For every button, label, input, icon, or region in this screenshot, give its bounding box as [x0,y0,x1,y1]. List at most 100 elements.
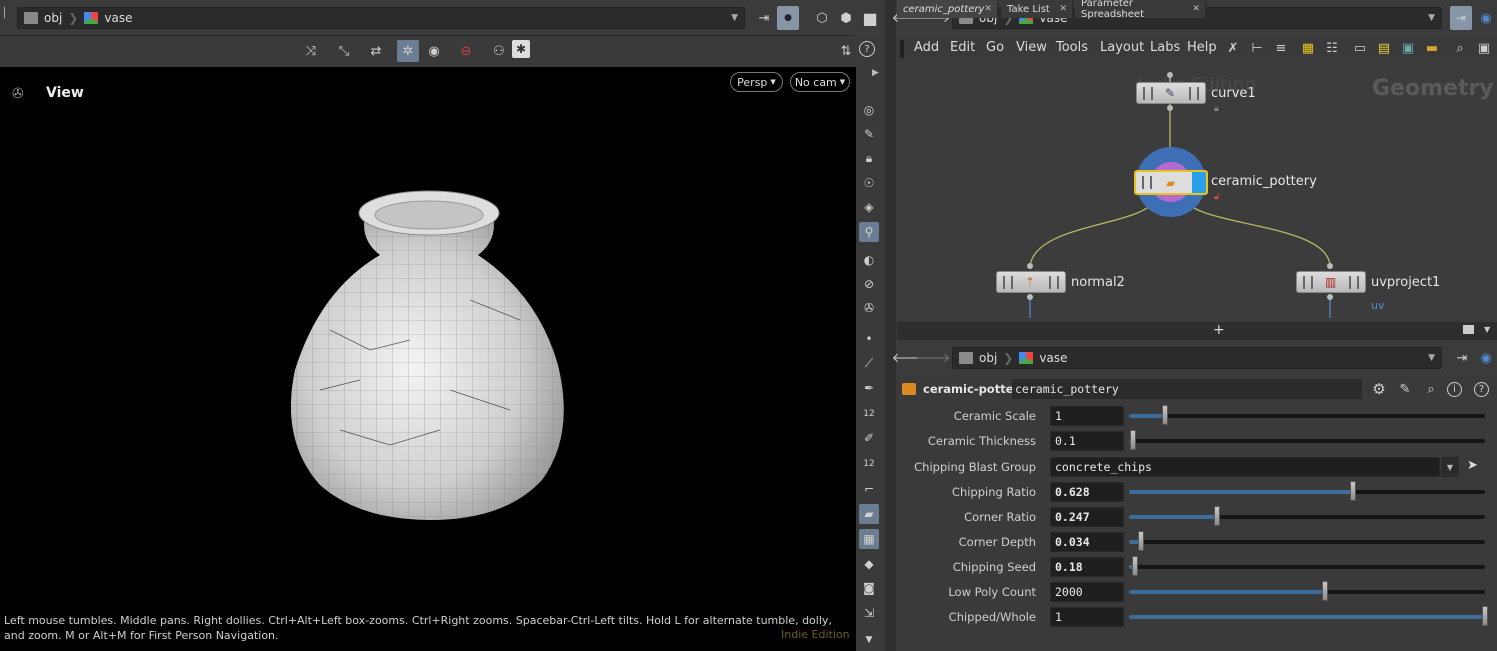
tumble-icon[interactable]: ⤨ [301,41,321,61]
menu-tools[interactable]: Tools [1056,40,1088,55]
help-icon[interactable]: ? [1474,382,1489,397]
display-eye-icon[interactable]: ◎ [859,100,879,120]
network-box-icon[interactable]: ▭ [1350,38,1370,58]
node-type-icon[interactable] [902,383,916,395]
tree-icon[interactable]: ⊢ [1247,38,1267,58]
checker-icon[interactable]: ▦ [859,529,879,549]
list-icon[interactable]: ≡ [1271,38,1291,58]
wrench-icon[interactable]: ✗ [1223,38,1243,58]
persp-button[interactable]: Persp ▼ [730,72,783,92]
path-dropdown-icon[interactable]: ▼ [731,13,738,23]
tab-parameter-spreadsheet[interactable]: Parameter Spreadsheet ✕ [1075,0,1206,20]
ghost-icon[interactable]: ☉ [859,173,879,193]
viewer-path-input[interactable]: obj ❯ vase ▼ [17,7,745,29]
shade-icon[interactable]: ◐ [859,250,879,270]
tab-take-list[interactable]: Take List ✕ [1001,0,1073,18]
nav-back-icon[interactable]: ▏ [4,8,14,28]
param-field-low-poly-count[interactable]: 2000 [1050,582,1124,602]
gear-icon[interactable]: ⚙ [1369,379,1389,399]
path-crumb-vase[interactable]: vase [1039,351,1067,365]
tab-ceramic-pottery[interactable]: ceramic_pottery ✕ [897,0,998,18]
node-curve1[interactable]: ✎ [1136,82,1206,104]
camera-icon[interactable]: ✇ [859,298,879,318]
corner-icon[interactable]: ⌐ [859,479,879,499]
param-slider-ceramic-scale[interactable] [1129,405,1485,425]
close-icon[interactable]: ✕ [1059,4,1067,14]
path-dropdown-icon[interactable]: ▼ [1428,13,1435,23]
display-options-icon[interactable]: ⇅ [836,41,856,61]
snapshot-icon[interactable]: ⚇ [489,41,509,61]
menu-help[interactable]: Help [1187,40,1217,55]
search-icon[interactable]: ⌕ [1450,38,1470,58]
path-crumb-vase[interactable]: vase [104,11,132,25]
robot-icon[interactable]: ◙ [859,578,879,598]
select-icon[interactable]: ⤡ [334,41,354,61]
param-slider-chipped-whole[interactable] [1129,606,1488,626]
info-icon[interactable]: i [1447,382,1462,397]
lock-icon[interactable]: 🔒︎ [859,148,879,168]
param-slider-chipping-ratio[interactable] [1129,481,1485,501]
param-slider-ceramic-thickness[interactable] [1129,430,1485,450]
path-crumb-obj[interactable]: obj [44,11,62,25]
number2-icon[interactable]: 12 [859,454,879,474]
param-slider-chipping-seed[interactable] [1129,556,1485,576]
menu-add[interactable]: Add [914,40,939,55]
cursor-icon[interactable]: ⇲ [859,603,879,623]
pin-icon[interactable]: ⇥ [754,8,774,28]
pin-icon[interactable]: ⇥ [1452,348,1472,368]
eraser-icon[interactable]: ✐ [859,428,879,448]
param-field-chipped-whole[interactable]: 1 [1050,607,1124,627]
pin-icon[interactable]: ⇥ [1450,6,1472,30]
image-icon[interactable]: ▣ [1398,38,1418,58]
network-scroll-up-icon[interactable] [900,40,904,58]
menu-go[interactable]: Go [986,40,1004,55]
node-uvproject1[interactable]: ▥ [1296,271,1366,293]
grid-icon[interactable]: ▰ [859,504,879,524]
node-ceramic-pottery[interactable]: ▰ [1134,170,1208,195]
flipbook-icon[interactable]: ▣ [1474,38,1494,58]
add-tab-button[interactable]: + [1213,322,1225,338]
params-path-input[interactable]: obj ❯ vase ▼ [952,347,1442,369]
close-icon[interactable]: ✕ [984,4,992,14]
sidebar-scroll-down-icon[interactable]: ▼ [859,630,879,650]
menu-labs[interactable]: Labs [1150,40,1180,55]
diamond-icon[interactable]: ◆ [859,554,879,574]
panel-splitter[interactable] [885,0,896,651]
cube-icon[interactable]: ⬡ [812,8,832,28]
close-icon[interactable]: ✕ [1192,4,1200,14]
select-arrow-icon[interactable]: ➤ [1467,458,1478,473]
link-icon[interactable]: ◉ [1476,8,1496,28]
camera-view-icon[interactable]: ✲ [397,40,419,62]
param-slider-corner-depth[interactable] [1129,531,1485,551]
param-field-ceramic-thickness[interactable]: 0.1 [1050,431,1124,451]
link-icon[interactable]: ◉ [1476,348,1496,368]
number-icon[interactable]: 12 [859,404,879,424]
param-slider-corner-ratio[interactable] [1129,506,1485,526]
brush-tool-icon[interactable]: ✎ [1395,379,1415,399]
pane-menu-icon[interactable]: ▼ [1484,325,1490,334]
menu-layout[interactable]: Layout [1100,40,1144,55]
menu-view[interactable]: View [1016,40,1047,55]
help-icon[interactable]: ? [859,41,875,57]
wire-icon[interactable]: ⊘ [859,274,879,294]
transform-icon[interactable]: ⇄ [366,41,386,61]
path-dropdown-icon[interactable]: ▼ [1428,353,1435,363]
param-field-corner-ratio[interactable]: 0.247 [1050,507,1124,527]
param-field-ceramic-scale[interactable]: 1 [1050,406,1124,426]
no-icon[interactable]: ⊖ [456,41,476,61]
pen-icon[interactable]: ✒ [859,378,879,398]
node-name-field[interactable]: ceramic_pottery [1012,379,1362,399]
zoom-icon[interactable]: ◉ [424,41,444,61]
columns-icon[interactable]: ☷ [1322,38,1342,58]
param-field-chipping-blast-group[interactable]: concrete_chips [1050,457,1440,477]
vase-geometry[interactable] [280,180,580,530]
forward-arrow-icon[interactable]: 🡒 [916,348,951,368]
pane-maximize-icon[interactable] [1463,325,1474,334]
badge-icon[interactable]: ▬ [1422,38,1442,58]
render-icon[interactable]: ⬢ [836,8,856,28]
point-icon[interactable]: • [859,329,879,349]
settings-icon[interactable]: ✱ [512,40,530,58]
brush-icon[interactable]: ⟋ [859,353,879,373]
menu-edit[interactable]: Edit [950,40,975,55]
param-field-corner-depth[interactable]: 0.034 [1050,532,1124,552]
